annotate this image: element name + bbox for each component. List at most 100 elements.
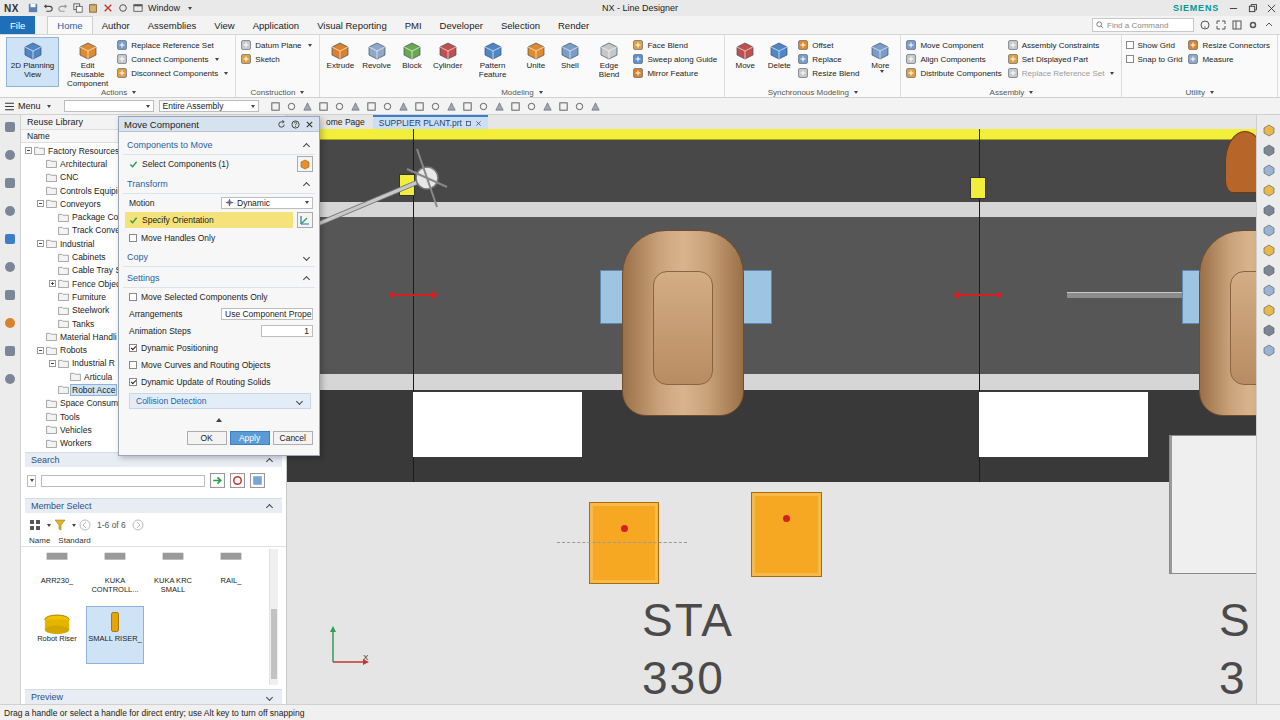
right-bar-icon[interactable] [1262,283,1276,297]
toolbar-tool-icon[interactable] [462,101,473,112]
machine-frame[interactable] [1169,435,1256,574]
type-filter-select[interactable] [64,100,154,112]
checkbox[interactable] [129,344,137,352]
expander-icon[interactable] [49,360,56,367]
motion-select[interactable]: Dynamic [221,197,313,209]
select-component-icon[interactable] [297,156,313,172]
ribbon-large-button[interactable]: Revolve [359,37,394,87]
close-icon[interactable] [305,120,314,129]
right-bar-icon[interactable] [1262,303,1276,317]
ribbon-small-button[interactable]: Assembly Constraints [1007,39,1118,51]
ribbon-small-button[interactable]: Measure [1187,53,1273,65]
right-bar-icon[interactable] [1262,203,1276,217]
ribbon-large-button[interactable]: More [864,37,896,87]
toolbar-tool-icon[interactable] [302,101,313,112]
section-header[interactable]: Settings [123,269,315,288]
window-icon[interactable] [133,3,143,13]
undo-icon[interactable] [43,3,53,13]
resource-bar-icon[interactable] [3,120,17,134]
ribbon-small-button[interactable]: Move Component [905,39,1004,51]
expand-ribbon-icon[interactable] [1264,20,1274,30]
ribbon-small-button[interactable]: Connect Components [116,53,231,65]
resource-bar-icon[interactable] [3,372,17,386]
dialog-button[interactable]: OK [187,431,227,445]
ribbon-large-button[interactable]: Delete [763,37,795,87]
paste-icon[interactable] [88,3,98,13]
ribbon-large-button[interactable]: Extrude [324,37,358,87]
section-header[interactable]: Components to Move [123,136,315,155]
ribbon-large-button[interactable]: Block [396,37,428,87]
next-page-icon[interactable] [132,519,144,531]
help-icon[interactable] [291,120,300,129]
scroll-thumb[interactable] [271,609,277,679]
member-column-header[interactable]: Standard [58,536,90,545]
toolbar-tool-icon[interactable] [526,101,537,112]
restore-icon[interactable] [1248,4,1257,13]
layout-canvas[interactable]: XSTA330S3 [287,129,1256,704]
copy-icon[interactable] [73,3,83,13]
member-item[interactable]: ARR230_ [29,549,85,605]
collision-detection-header[interactable]: Collision Detection [129,393,311,409]
dropdown-caret[interactable] [215,58,219,61]
move-handles-only-row[interactable]: Move Handles Only [123,229,315,246]
dropdown-caret[interactable] [224,72,228,75]
section-header[interactable]: Transform [123,175,315,194]
member-item[interactable]: SMALL RISER_ [87,607,143,663]
dialog-button[interactable]: Cancel [273,431,313,445]
collapse-icon[interactable] [266,458,273,465]
section-toggle-icon[interactable] [303,276,310,283]
menu-button[interactable]: Menu [4,101,51,112]
scope-select[interactable]: Entire Assembly [159,100,259,112]
checkbox[interactable] [1126,41,1134,49]
ribbon-large-button[interactable]: Unite [520,37,552,87]
group-menu-caret[interactable] [300,91,304,94]
right-bar-icon[interactable] [1262,183,1276,197]
checkbox[interactable] [129,378,137,386]
ribbon-tab[interactable]: Developer [431,16,492,34]
delete-icon[interactable] [103,3,113,13]
expander-icon[interactable] [37,200,44,207]
toolbar-tool-icon[interactable] [350,101,361,112]
toolbar-tool-icon[interactable] [398,101,409,112]
move-handle-arrow[interactable] [392,294,434,296]
member-column-header[interactable]: Name [29,536,50,545]
group-menu-caret[interactable] [132,91,136,94]
clear-search-icon[interactable] [230,473,245,488]
help-icon[interactable] [1200,20,1210,30]
group-menu-caret[interactable] [1210,91,1214,94]
settings-icon[interactable] [1248,20,1258,30]
view-mode-caret[interactable] [47,524,51,527]
toolbar-tool-icon[interactable] [286,101,297,112]
ribbon-large-button[interactable]: Shell [554,37,586,87]
toolbar-tool-icon[interactable] [318,101,329,112]
ribbon-small-button[interactable]: Show Grid [1126,39,1185,51]
ribbon-small-button[interactable]: Align Components [905,53,1004,65]
expander-icon[interactable] [49,280,56,287]
checkbox[interactable] [129,361,137,369]
repeat-icon[interactable] [118,3,128,13]
arrangements-select[interactable]: Use Component Prope [221,308,313,320]
checkbox[interactable] [1126,55,1134,63]
close-icon[interactable] [1267,4,1276,13]
toolbar-tool-icon[interactable] [478,101,489,112]
ribbon-tab[interactable]: View [205,16,243,34]
expand-icon[interactable] [266,693,273,700]
ribbon-small-button[interactable]: Replace Reference Set [1007,67,1118,79]
toolbar-tool-icon[interactable] [574,101,585,112]
ribbon-small-button[interactable]: Sweep along Guide [632,53,720,65]
member-item[interactable]: RAIL_ [203,549,259,605]
select-components-row[interactable]: Select Components (1) [123,155,315,173]
toolbar-tool-icon[interactable] [270,101,281,112]
layout-icon[interactable] [1232,20,1242,30]
ribbon-small-button[interactable]: Disconnect Components [116,67,231,79]
toolbar-tool-icon[interactable] [542,101,553,112]
orientation-highlight[interactable]: Specify Orientation [125,212,293,228]
ribbon-tab[interactable]: Home [47,16,92,34]
checkbox[interactable] [129,293,137,301]
right-bar-icon[interactable] [1262,143,1276,157]
right-bar-icon[interactable] [1262,263,1276,277]
ribbon-large-button[interactable]: Edge Blend [588,37,631,87]
ribbon-tab[interactable]: File [0,16,35,34]
section-toggle-icon[interactable] [296,397,303,404]
move-handle-arrow[interactable] [957,294,999,296]
